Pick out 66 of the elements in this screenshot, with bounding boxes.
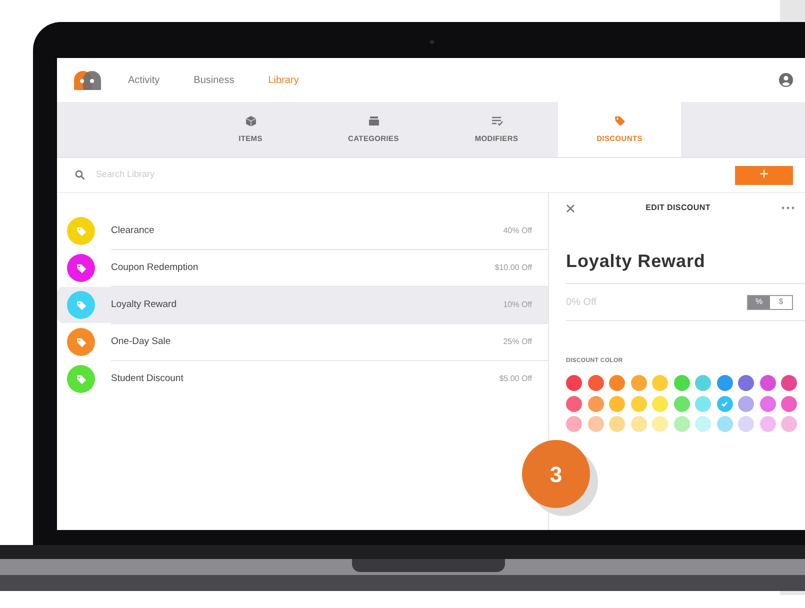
color-swatch[interactable] [630, 375, 646, 391]
tag-icon [76, 300, 86, 310]
color-swatch[interactable] [716, 375, 732, 391]
tag-icon [76, 226, 86, 236]
tag-icon [614, 114, 626, 127]
tray-icon [368, 114, 380, 127]
cube-icon [244, 114, 256, 127]
color-swatch[interactable] [674, 396, 690, 412]
color-swatch[interactable] [674, 375, 690, 391]
color-swatch[interactable] [760, 416, 776, 432]
discount-amount: 10% Off [503, 299, 532, 311]
check-icon [721, 400, 728, 406]
color-swatch[interactable] [609, 396, 625, 412]
color-swatch[interactable] [652, 416, 668, 432]
discount-name: Student Discount [111, 372, 184, 386]
discount-name-field[interactable]: Loyalty Reward [566, 251, 706, 271]
color-swatch[interactable] [588, 396, 604, 412]
color-swatch[interactable] [781, 375, 797, 391]
panel-title: EDIT DISCOUNT [646, 202, 710, 214]
tag-icon [76, 262, 86, 274]
discount-name: Loyalty Reward [111, 298, 176, 312]
discount-amount: $5.00 Off [499, 373, 532, 385]
color-swatch[interactable] [566, 416, 582, 432]
color-swatch[interactable] [566, 396, 582, 412]
color-swatch[interactable] [738, 375, 754, 391]
checklist-icon [490, 114, 502, 127]
close-icon[interactable] [566, 204, 575, 212]
nav-link[interactable]: Business [194, 72, 234, 88]
color-swatch[interactable] [781, 416, 797, 432]
nav-link[interactable]: Activity [128, 72, 160, 88]
color-swatch[interactable] [716, 396, 732, 412]
color-swatch[interactable] [760, 396, 776, 412]
logo-icon [72, 70, 103, 90]
color-swatch[interactable] [630, 416, 646, 432]
discount-amount: 40% Off [503, 225, 532, 237]
discount-name: Coupon Redemption [111, 260, 198, 275]
tag-icon [76, 374, 86, 384]
color-swatch[interactable] [566, 375, 582, 391]
color-swatch[interactable] [609, 375, 625, 391]
color-swatch[interactable] [630, 396, 646, 412]
color-swatch[interactable] [652, 375, 668, 391]
color-swatch[interactable] [588, 416, 604, 432]
unit-toggle[interactable]: % [748, 296, 770, 308]
more-icon[interactable] [780, 206, 795, 210]
color-swatch[interactable] [716, 416, 732, 432]
color-swatch[interactable] [588, 375, 604, 391]
color-swatch[interactable] [674, 416, 690, 432]
search-icon [75, 170, 85, 180]
color-swatch[interactable] [738, 396, 754, 412]
color-swatch[interactable] [738, 416, 754, 432]
discount-name: Clearance [111, 224, 154, 238]
color-swatch[interactable] [781, 396, 797, 412]
discount-name: One-Day Sale [111, 334, 171, 349]
add-button[interactable]: + [735, 166, 793, 184]
color-swatch[interactable] [695, 416, 711, 432]
account-icon[interactable] [779, 73, 793, 87]
discount-row[interactable]: Loyalty Reward 10% Off [57, 287, 548, 323]
discount-amount: 25% Off [503, 336, 532, 348]
nav-link[interactable]: Library [268, 72, 299, 88]
color-swatch[interactable] [609, 416, 625, 432]
color-swatch[interactable] [695, 375, 711, 391]
color-swatch[interactable] [695, 396, 711, 412]
color-swatch[interactable] [760, 375, 776, 391]
tag-icon [76, 336, 86, 348]
discount-amount: $10.00 Off [494, 262, 532, 274]
color-swatch[interactable] [652, 396, 668, 412]
